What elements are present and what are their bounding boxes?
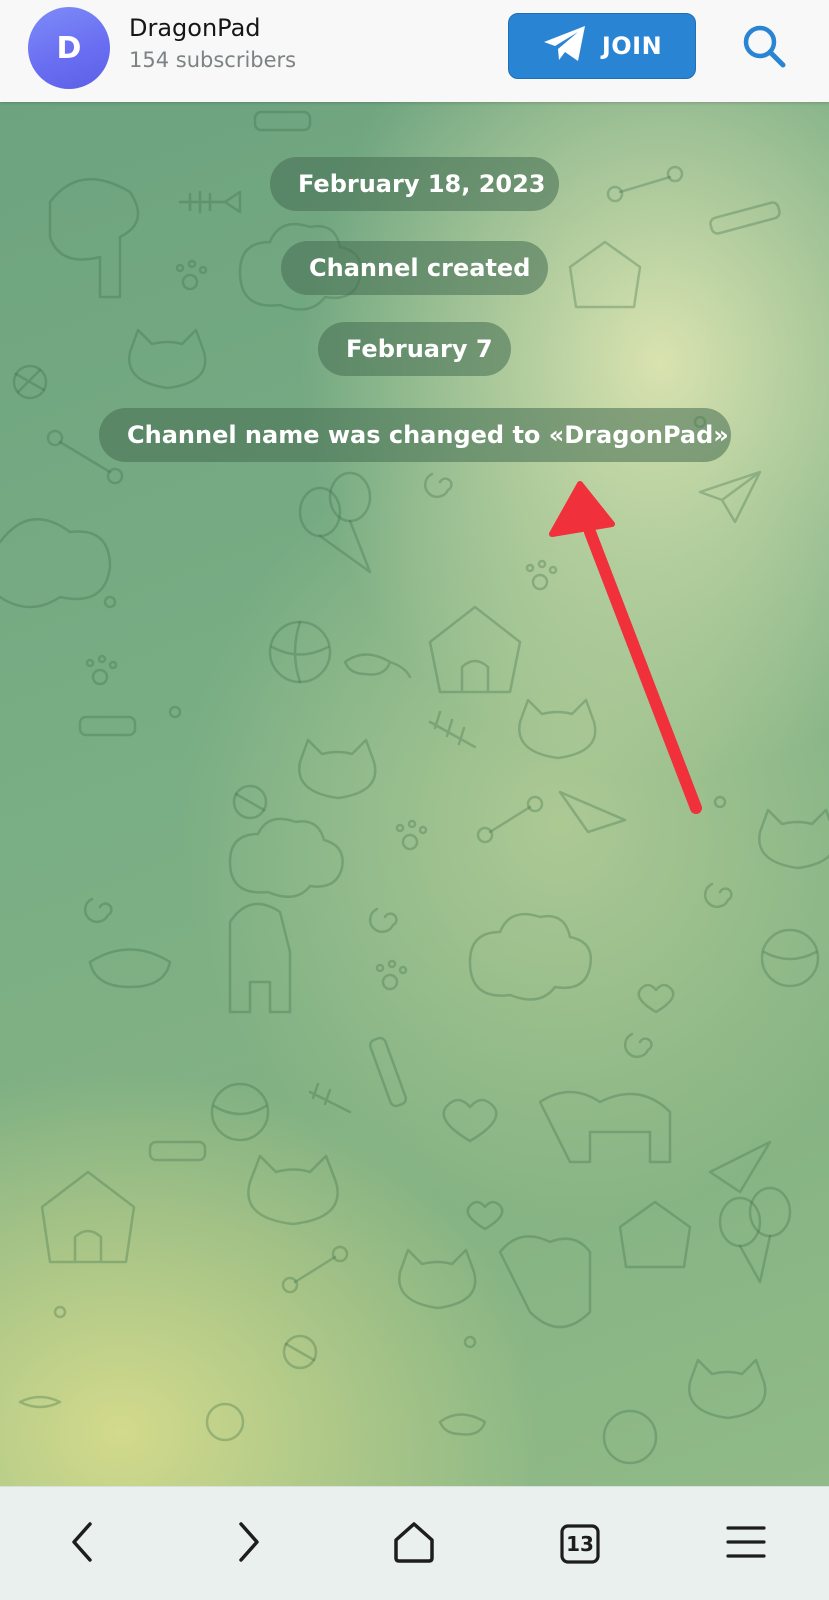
avatar[interactable]: D (28, 7, 110, 89)
back-button[interactable] (48, 1509, 118, 1579)
join-label: JOIN (601, 32, 663, 60)
home-icon (390, 1518, 438, 1570)
service-message: Channel created (281, 241, 548, 295)
channel-title[interactable]: DragonPad (129, 14, 261, 42)
tabs-count: 13 (566, 1532, 594, 1556)
browser-bottom-bar: 13 (0, 1486, 829, 1600)
service-message: Channel name was changed to «DragonPad» (99, 408, 731, 462)
doodle-pattern (0, 110, 829, 1465)
telegram-plane-icon (542, 24, 588, 68)
menu-button[interactable] (711, 1509, 781, 1579)
subscriber-count: 154 subscribers (129, 48, 297, 72)
forward-button[interactable] (213, 1509, 283, 1579)
menu-icon (724, 1522, 768, 1566)
chevron-right-icon (228, 1518, 268, 1570)
avatar-letter: D (56, 30, 82, 66)
channel-header: D DragonPad 154 subscribers JOIN (0, 0, 829, 102)
search-icon (740, 22, 788, 74)
date-separator: February 18, 2023 (270, 157, 559, 211)
tabs-button[interactable]: 13 (545, 1509, 615, 1579)
date-separator: February 7 (318, 322, 511, 376)
join-button[interactable]: JOIN (508, 13, 696, 79)
chevron-left-icon (63, 1518, 103, 1570)
search-button[interactable] (738, 22, 790, 74)
chat-background: February 18, 2023 Channel created Februa… (0, 102, 829, 1486)
home-button[interactable] (379, 1509, 449, 1579)
